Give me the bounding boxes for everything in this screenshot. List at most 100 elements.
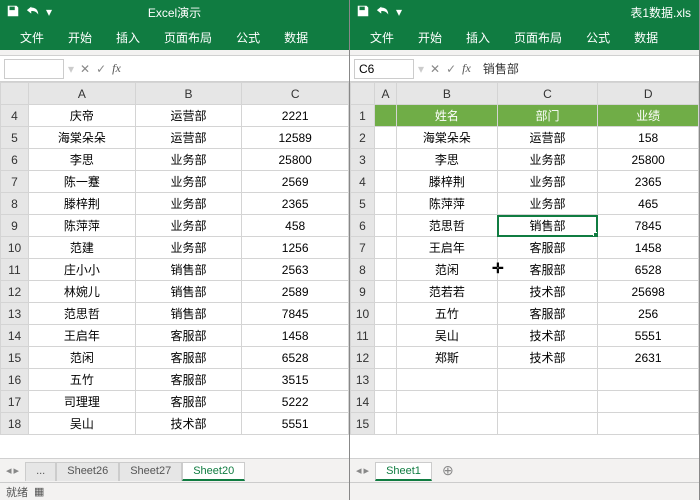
- cell[interactable]: 6528: [598, 259, 699, 281]
- cell[interactable]: 2569: [242, 171, 349, 193]
- cell[interactable]: 1256: [242, 237, 349, 259]
- table-row[interactable]: 15: [351, 413, 699, 435]
- col-header[interactable]: B: [397, 83, 498, 105]
- row-header[interactable]: 11: [351, 325, 375, 347]
- cell[interactable]: 郑斯: [397, 347, 498, 369]
- cell[interactable]: [375, 149, 397, 171]
- table-row[interactable]: 7陈一蹇业务部2569: [1, 171, 349, 193]
- undo-icon[interactable]: [26, 4, 40, 21]
- cell[interactable]: 吴山: [397, 325, 498, 347]
- cell[interactable]: 业务部: [497, 149, 598, 171]
- select-all-corner[interactable]: [1, 83, 29, 105]
- cell[interactable]: [375, 325, 397, 347]
- table-row[interactable]: 7王启年客服部1458: [351, 237, 699, 259]
- row-header[interactable]: 6: [1, 149, 29, 171]
- cell[interactable]: 业务部: [497, 171, 598, 193]
- cell[interactable]: 6528: [242, 347, 349, 369]
- cell[interactable]: 256: [598, 303, 699, 325]
- menu-insert[interactable]: 插入: [104, 29, 152, 46]
- cell[interactable]: 25800: [242, 149, 349, 171]
- fx-icon[interactable]: fx: [112, 61, 129, 76]
- menu-formulas[interactable]: 公式: [574, 29, 622, 46]
- save-icon[interactable]: [6, 4, 20, 21]
- row-header[interactable]: 18: [1, 413, 29, 435]
- cell[interactable]: [375, 259, 397, 281]
- cell[interactable]: 范建: [29, 237, 136, 259]
- cell[interactable]: [375, 303, 397, 325]
- table-row[interactable]: 5陈萍萍业务部465: [351, 193, 699, 215]
- row-header[interactable]: 17: [1, 391, 29, 413]
- cell[interactable]: 销售部: [135, 259, 242, 281]
- cell[interactable]: 5222: [242, 391, 349, 413]
- new-sheet-icon[interactable]: ⊕: [432, 462, 464, 479]
- cell[interactable]: 海棠朵朵: [29, 127, 136, 149]
- cell[interactable]: 陈一蹇: [29, 171, 136, 193]
- formula-content[interactable]: 销售部: [479, 60, 699, 77]
- cell[interactable]: [598, 369, 699, 391]
- cell[interactable]: 2365: [598, 171, 699, 193]
- cell[interactable]: 吴山: [29, 413, 136, 435]
- sheet-tab[interactable]: ...: [25, 462, 56, 481]
- table-row[interactable]: 15范闲客服部6528: [1, 347, 349, 369]
- enter-icon[interactable]: ✓: [96, 62, 106, 76]
- cell[interactable]: 业务部: [135, 193, 242, 215]
- cell[interactable]: 销售部: [135, 303, 242, 325]
- cell[interactable]: [375, 171, 397, 193]
- table-row[interactable]: 8范闲客服部6528: [351, 259, 699, 281]
- cell[interactable]: [598, 413, 699, 435]
- table-row[interactable]: 11吴山技术部5551: [351, 325, 699, 347]
- row-header[interactable]: 11: [1, 259, 29, 281]
- cell[interactable]: 范闲: [397, 259, 498, 281]
- cell[interactable]: [375, 413, 397, 435]
- row-header[interactable]: 5: [351, 193, 375, 215]
- cell[interactable]: 滕梓荆: [29, 193, 136, 215]
- cell[interactable]: [497, 369, 598, 391]
- table-row[interactable]: 12郑斯技术部2631: [351, 347, 699, 369]
- col-header[interactable]: A: [29, 83, 136, 105]
- table-row[interactable]: 4滕梓荆业务部2365: [351, 171, 699, 193]
- table-row[interactable]: 14王启年客服部1458: [1, 325, 349, 347]
- tab-nav-prev-icon[interactable]: ◂: [6, 464, 12, 477]
- cell[interactable]: 销售部: [135, 281, 242, 303]
- cell[interactable]: 庆帝: [29, 105, 136, 127]
- row-header[interactable]: 12: [1, 281, 29, 303]
- cell[interactable]: [375, 127, 397, 149]
- cell[interactable]: [375, 281, 397, 303]
- row-header[interactable]: 4: [351, 171, 375, 193]
- cell[interactable]: 客服部: [497, 303, 598, 325]
- row-header[interactable]: 5: [1, 127, 29, 149]
- cell[interactable]: 158: [598, 127, 699, 149]
- cell[interactable]: [375, 105, 397, 127]
- cell[interactable]: 业务部: [135, 171, 242, 193]
- menu-file[interactable]: 文件: [358, 29, 406, 46]
- table-row[interactable]: 2海棠朵朵运营部158: [351, 127, 699, 149]
- row-header[interactable]: 8: [1, 193, 29, 215]
- cell[interactable]: 客服部: [135, 325, 242, 347]
- cell[interactable]: 李思: [29, 149, 136, 171]
- macro-record-icon[interactable]: ▦: [34, 485, 44, 498]
- select-all-corner[interactable]: [351, 83, 375, 105]
- cell[interactable]: [397, 369, 498, 391]
- menu-data[interactable]: 数据: [622, 29, 670, 46]
- row-header[interactable]: 8: [351, 259, 375, 281]
- table-row[interactable]: 3李思业务部25800: [351, 149, 699, 171]
- cell[interactable]: 业绩: [598, 105, 699, 127]
- cell[interactable]: 技术部: [497, 281, 598, 303]
- menu-file[interactable]: 文件: [8, 29, 56, 46]
- cell[interactable]: 2563: [242, 259, 349, 281]
- cell[interactable]: 五竹: [29, 369, 136, 391]
- cell[interactable]: 客服部: [135, 347, 242, 369]
- row-header[interactable]: 2: [351, 127, 375, 149]
- cell[interactable]: 458: [242, 215, 349, 237]
- cancel-icon[interactable]: ✕: [430, 62, 440, 76]
- col-header[interactable]: D: [598, 83, 699, 105]
- cell[interactable]: 运营部: [497, 127, 598, 149]
- table-header-row[interactable]: 1 姓名 部门 业绩: [351, 105, 699, 127]
- cell[interactable]: 25698: [598, 281, 699, 303]
- table-row[interactable]: 11庄小小销售部2563: [1, 259, 349, 281]
- row-header[interactable]: 15: [1, 347, 29, 369]
- row-header[interactable]: 6: [351, 215, 375, 237]
- row-header[interactable]: 15: [351, 413, 375, 435]
- cell[interactable]: 客服部: [135, 369, 242, 391]
- cell[interactable]: 1458: [242, 325, 349, 347]
